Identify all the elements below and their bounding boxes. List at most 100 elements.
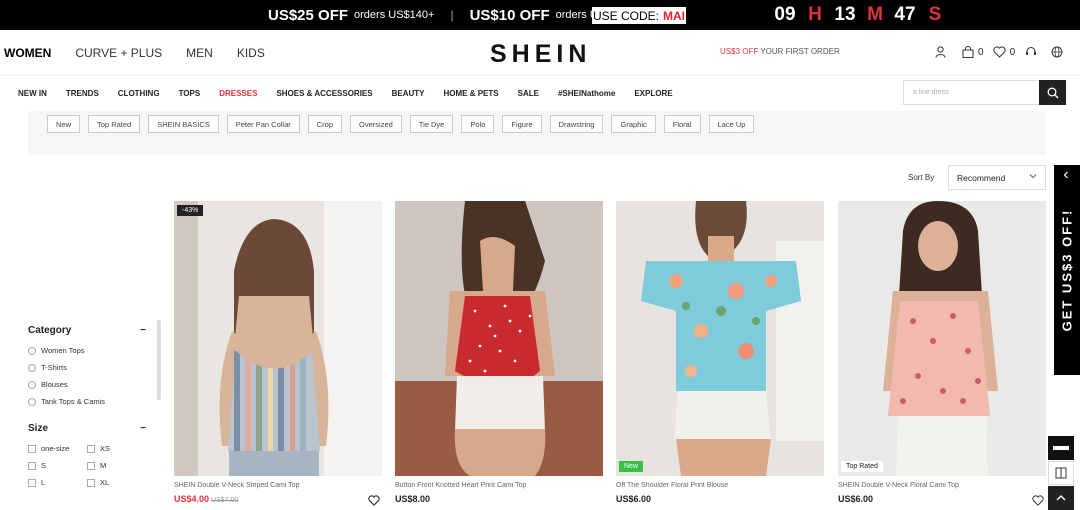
product-title[interactable]: Off The Shoulder Floral Print Blouse [616,482,824,489]
product-image[interactable]: -43% [174,201,382,476]
top-nav-men[interactable]: MEN [186,46,213,60]
product-image[interactable]: Top Rated [838,201,1046,476]
top-nav: WOMEN CURVE + PLUS MEN KIDS [0,46,289,60]
size-filter-title: Size [28,423,49,434]
nav-new-in[interactable]: NEW IN [18,89,47,98]
product-title[interactable]: Button Front Knotted Heart Print Cami To… [395,482,603,489]
sort-select[interactable]: Recommend [948,165,1046,190]
size-filter-header[interactable]: Size − [28,423,146,434]
site-logo[interactable]: SHEIN [490,40,591,69]
nav-explore[interactable]: EXPLORE [634,89,672,98]
brand-mini-icon[interactable] [1048,436,1074,460]
user-icon[interactable] [932,44,948,60]
sidebar-scrollbar[interactable] [157,320,161,400]
promo-code-label: USE CODE: [592,8,659,23]
filter-chips: New Top Rated SHEIN BASICS Peter Pan Col… [47,115,762,133]
nav-home-pets[interactable]: HOME & PETS [444,89,499,98]
category-option-label: Tank Tops & Camis [41,397,106,406]
size-option[interactable]: L [28,478,87,487]
nav-shoes-accessories[interactable]: SHOES & ACCESSORIES [276,89,372,98]
offer-separator: | [450,8,454,22]
heart-icon[interactable] [992,44,1008,60]
coupon-side-tab-text: GET US$3 OFF! [1059,208,1075,332]
heart-icon[interactable] [1032,493,1044,510]
bag-icon[interactable] [960,44,976,60]
collapse-icon[interactable]: − [140,325,146,336]
category-option[interactable]: Blouses [28,380,146,389]
nav-beauty[interactable]: BEAUTY [392,89,425,98]
new-badge: New [619,461,644,472]
filter-chip-crop[interactable]: Crop [307,115,343,133]
product-title[interactable]: SHEIN Double V-Neck Floral Cami Top [838,482,1046,489]
filter-chip-tie-dye[interactable]: Tie Dye [409,115,454,133]
radio-icon [28,380,36,389]
search-button[interactable] [1039,80,1066,105]
size-option[interactable]: XS [87,444,146,453]
radio-icon [28,397,36,406]
timer-hours: 09 [774,4,796,25]
timer-minutes: 13 [834,4,856,25]
search-box[interactable]: a line dress [903,80,1066,105]
support-icon[interactable] [1023,44,1039,60]
category-filter-header[interactable]: Category − [28,325,146,336]
filter-chip-figure[interactable]: Figure [502,115,542,133]
collapse-icon[interactable]: − [140,423,146,434]
top-nav-kids[interactable]: KIDS [237,46,265,60]
nav-trends[interactable]: TRENDS [66,89,99,98]
promo-bar[interactable]: US$25 OFF orders US$140+ | US$10 OFF ord… [0,0,1080,30]
size-option-label: M [100,461,107,470]
size-option-label: XL [100,478,110,487]
countdown-timer: 09 H 13 M 47 S [770,0,950,30]
category-option[interactable]: T-Shirts [28,363,146,372]
size-option[interactable]: M [87,461,146,470]
category-nav: NEW IN TRENDS CLOTHING TOPS DRESSES SHOE… [0,75,1080,111]
floating-buttons [1048,436,1074,510]
top-nav-women[interactable]: WOMEN [4,46,51,60]
globe-icon[interactable] [1049,44,1065,60]
product-price: US$4.00 US$7.00 [174,494,382,504]
filter-chip-polo[interactable]: Polo [461,115,495,133]
product-card[interactable]: Top Rated SHEIN Double V-Neck Floral Cam… [838,201,1046,506]
category-option[interactable]: Women Tops [28,346,146,355]
top-nav-curve-plus[interactable]: CURVE + PLUS [75,46,162,60]
product-image[interactable]: New [616,201,824,476]
nav-dresses[interactable]: DRESSES [219,89,257,98]
filter-chip-top-rated[interactable]: Top Rated [88,115,141,133]
size-option-label: one-size [41,444,70,453]
filter-chip-graphic[interactable]: Graphic [611,115,656,133]
timer-hours-unit: H [808,4,822,25]
radio-icon [28,363,36,372]
offer1-amount: US$25 OFF [268,6,349,24]
size-option[interactable]: XL [87,478,146,487]
filter-chip-drawstring[interactable]: Drawstring [549,115,604,133]
size-option[interactable]: S [28,461,87,470]
chevron-down-icon [1029,172,1037,182]
back-to-top-icon[interactable] [1048,486,1074,510]
heart-icon[interactable] [368,493,380,510]
coupon-side-tab[interactable]: GET US$3 OFF! [1054,165,1080,375]
nav-sheinathome[interactable]: #SHEINathome [558,89,615,98]
product-title[interactable]: SHEIN Double V-Neck Striped Cami Top [174,482,382,489]
product-price: US$8.00 [395,494,431,504]
top-rated-badge: Top Rated [841,461,883,472]
product-card[interactable]: -43% SHEIN Double V-Neck Striped Cami To… [174,201,382,506]
filter-chip-floral[interactable]: Floral [663,115,701,133]
filter-sidebar: Category − Women Tops T-Shirts Blouses T… [28,325,146,495]
product-image[interactable] [395,201,603,476]
filter-chip-peter-pan-collar[interactable]: Peter Pan Collar [226,115,300,133]
first-order-promo[interactable]: US$3 OFF YOUR FIRST ORDER [720,47,840,56]
search-input[interactable]: a line dress [913,89,949,96]
size-option[interactable]: one-size [28,444,87,453]
product-card[interactable]: New Off The Shoulder Floral Print Blouse… [616,201,824,504]
filter-chip-oversized[interactable]: Oversized [350,115,402,133]
filter-chip-shein-basics[interactable]: SHEIN BASICS [148,115,219,133]
product-card[interactable]: Button Front Knotted Heart Print Cami To… [395,201,603,504]
filter-chip-new[interactable]: New [47,115,81,133]
category-option[interactable]: Tank Tops & Camis [28,397,146,406]
compare-icon[interactable] [1048,461,1074,485]
nav-tops[interactable]: TOPS [179,89,201,98]
filter-chip-lace-up[interactable]: Lace Up [708,115,755,133]
nav-clothing[interactable]: CLOTHING [118,89,160,98]
nav-sale[interactable]: SALE [518,89,539,98]
size-option-label: S [41,461,47,470]
